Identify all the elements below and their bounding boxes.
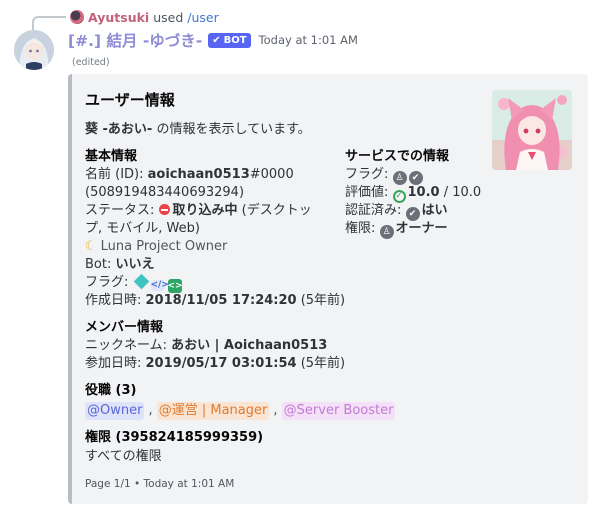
bot-tag: ✔ BOT xyxy=(208,32,251,48)
bot-tag-label: BOT xyxy=(223,34,247,46)
rating-label: 評価値: xyxy=(345,185,393,200)
field-basic-flags: フラグ: </><> xyxy=(85,273,183,293)
field-roles-title: 役職 (3) xyxy=(85,383,137,398)
field-basic-id: (508919483440693294) xyxy=(85,185,245,200)
verified-badge-icon[interactable]: ✔ xyxy=(408,171,423,185)
message-timestamp[interactable]: Today at 1:01 AM xyxy=(259,33,358,47)
role-separator: , xyxy=(148,403,153,418)
user-info-embed: ユーザー情報 葵 -あおい- の情報を表示しています。 基本情報 名前 (ID)… xyxy=(68,74,588,504)
bot-avatar[interactable] xyxy=(14,30,54,70)
description-text: の情報を表示しています。 xyxy=(152,122,311,137)
field-service-title: サービスでの情報 xyxy=(345,149,450,164)
field-member-nickname: ニックネーム: あおい | Aoichaan0513 xyxy=(85,337,327,355)
moon-icon: ☾ xyxy=(85,239,97,254)
status-devices-line1: (デスクトッ xyxy=(237,203,312,218)
service-flags-label: フラグ: xyxy=(345,167,393,182)
discriminator: #0000 xyxy=(249,167,294,182)
field-basic-bot: Bot: いいえ xyxy=(85,256,155,274)
message-header: [#.] 結月 -ゆづき- ✔ BOT Today at 1:01 AM xyxy=(68,29,358,51)
field-roles-list: @Owner, @運営 | Manager, @Server Booster xyxy=(85,402,399,420)
role-manager-mention[interactable]: @運営 | Manager xyxy=(156,402,270,420)
custom-status-text: Luna Project Owner xyxy=(100,239,228,254)
joined-value: 2019/05/17 03:01:54 xyxy=(145,356,297,371)
field-permissions-title: 権限 (395824185999359) xyxy=(85,430,264,445)
field-basic-status-devices: プ, モバイル, Web) xyxy=(85,221,200,236)
bot-label: Bot: xyxy=(85,257,116,272)
field-permissions-value: すべての権限 xyxy=(85,449,162,464)
flags-label: フラグ: xyxy=(85,275,133,290)
owner-user-icon: ♙ xyxy=(379,225,394,239)
field-member-joined: 参加日時: 2019/05/17 03:01:54 (5年前) xyxy=(85,355,345,373)
role-owner-mention[interactable]: @Owner xyxy=(85,402,145,420)
permission-value: オーナー xyxy=(395,221,448,236)
reply-used-text: used xyxy=(153,9,184,25)
reply-username[interactable]: Ayutsuki xyxy=(88,10,149,25)
status-value: 取り込み中 xyxy=(172,203,238,218)
reply-context[interactable]: Ayutsuki used /user xyxy=(70,8,219,26)
permission-label: 権限: xyxy=(345,221,380,236)
embed-footer: Page 1/1 • Today at 1:01 AM xyxy=(85,478,235,490)
dnd-status-icon xyxy=(158,204,170,215)
nickname-label: ニックネーム: xyxy=(85,338,172,353)
embed-title: ユーザー情報 xyxy=(85,91,175,109)
created-label: 作成日時: xyxy=(85,293,146,308)
created-value: 2018/11/05 17:24:20 xyxy=(145,293,297,308)
verified-check-icon: ✔ xyxy=(212,34,221,46)
nickname-value: あおい | Aoichaan0513 xyxy=(171,338,328,353)
embed-description: 葵 -あおい- の情報を表示しています。 xyxy=(85,121,311,139)
embed-thumbnail[interactable] xyxy=(492,90,572,170)
bot-value: いいえ xyxy=(115,257,155,272)
active-developer-icon[interactable]: </> xyxy=(150,280,169,291)
rating-value: 10.0 xyxy=(407,185,440,200)
verified-value: はい xyxy=(421,203,448,218)
rating-max: / 10.0 xyxy=(439,185,482,200)
description-user-name: 葵 -あおい- xyxy=(85,122,153,137)
early-verified-developer-icon[interactable]: <> xyxy=(167,279,183,293)
field-service-flags: フラグ: ♙ ✔ xyxy=(345,166,425,185)
role-separator: , xyxy=(273,403,278,418)
name-label: 名前 (ID): xyxy=(85,167,148,182)
reply-avatar[interactable] xyxy=(70,10,84,24)
staff-badge-icon[interactable]: ♙ xyxy=(392,171,407,185)
joined-label: 参加日時: xyxy=(85,356,146,371)
field-basic-title: 基本情報 xyxy=(85,149,138,164)
edited-indicator: (edited) xyxy=(72,57,110,68)
bot-avatar-image xyxy=(14,30,54,70)
reply-command[interactable]: /user xyxy=(187,10,218,25)
author-name[interactable]: [#.] 結月 -ゆづき- xyxy=(68,29,202,51)
field-basic-status: ステータス: 取り込み中 (デスクトッ xyxy=(85,202,312,220)
joined-ago: (5年前) xyxy=(296,356,346,371)
field-basic-custom-status: ☾ Luna Project Owner xyxy=(85,238,227,256)
created-ago: (5年前) xyxy=(296,293,346,308)
field-service-rating: 評価値: ✓ 10.0 / 10.0 xyxy=(345,184,481,203)
field-basic-name: 名前 (ID): aoichaan0513#0000 xyxy=(85,166,294,184)
field-service-verified: 認証済み: ✔ はい xyxy=(345,202,448,221)
hypesquad-balance-icon[interactable] xyxy=(133,273,149,290)
verified-label: 認証済み: xyxy=(345,203,406,218)
field-basic-created: 作成日時: 2018/11/05 17:24:20 (5年前) xyxy=(85,292,345,310)
field-member-title: メンバー情報 xyxy=(85,320,164,335)
status-label: ステータス: xyxy=(85,203,159,218)
role-server-booster-mention[interactable]: @Server Booster xyxy=(281,402,396,420)
field-service-permission: 権限: ♙ オーナー xyxy=(345,220,448,239)
name-value: aoichaan0513 xyxy=(147,167,250,182)
user-avatar-image xyxy=(492,90,572,170)
verified-check-icon: ✔ xyxy=(405,207,420,221)
